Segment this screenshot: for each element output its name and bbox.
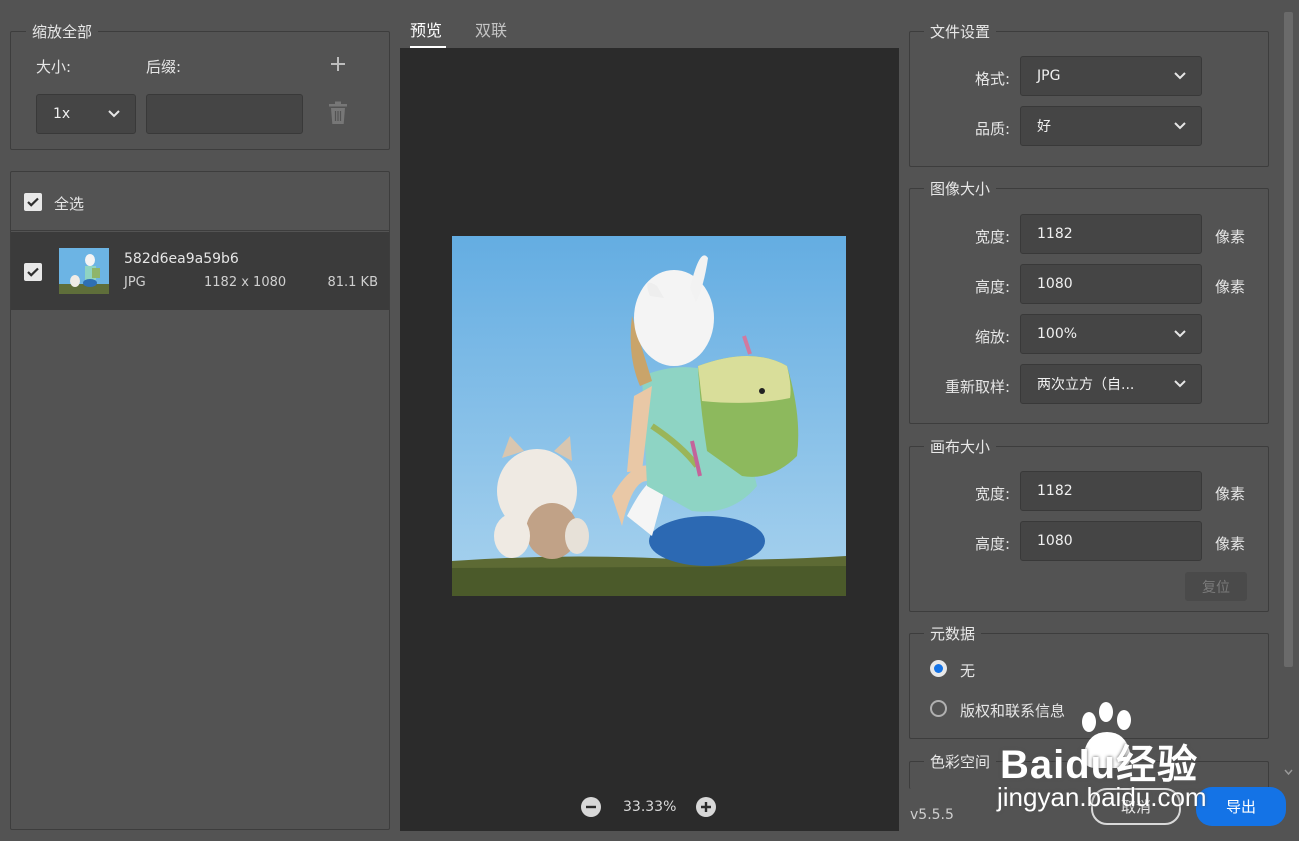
scroll-down-icon[interactable] — [1284, 768, 1293, 776]
image-height-unit: 像素 — [1215, 278, 1246, 296]
scrollbar-thumb[interactable] — [1284, 12, 1293, 667]
metadata-copyright-label: 版权和联系信息 — [960, 702, 1066, 720]
tab-2up[interactable]: 双联 — [475, 17, 507, 41]
file-list-item[interactable]: 582d6ea9a59b6 JPG 1182 x 1080 81.1 KB — [11, 232, 389, 310]
reset-button[interactable]: 复位 — [1185, 572, 1247, 601]
export-button[interactable]: 导出 — [1196, 787, 1286, 826]
resample-label: 重新取样: — [944, 378, 1010, 396]
image-height-label: 高度: — [974, 278, 1010, 296]
plus-icon — [331, 57, 345, 71]
resample-select-value: 两次立方（自... — [1037, 377, 1135, 393]
trash-icon — [329, 101, 347, 124]
suffix-input[interactable] — [146, 94, 303, 134]
quality-select[interactable]: 好 — [1020, 106, 1202, 146]
scrollbar-track[interactable] — [1281, 10, 1295, 780]
size-select[interactable]: 1x — [36, 94, 136, 134]
quality-select-value: 好 — [1037, 119, 1051, 135]
delete-scale-button[interactable] — [327, 101, 349, 125]
check-icon — [27, 197, 39, 207]
file-settings-panel — [909, 31, 1269, 167]
metadata-legend: 元数据 — [924, 625, 982, 643]
file-format: JPG — [124, 275, 146, 290]
metadata-copyright-radio[interactable] — [930, 700, 947, 717]
size-select-value: 1x — [53, 106, 71, 122]
scale-label: 缩放: — [974, 328, 1010, 346]
chevron-down-icon — [1174, 72, 1186, 80]
scale-select-value: 100% — [1037, 326, 1078, 342]
format-select[interactable]: JPG — [1020, 56, 1202, 96]
scale-all-legend: 缩放全部 — [26, 23, 99, 41]
image-width-unit: 像素 — [1215, 228, 1246, 246]
chevron-down-icon — [1174, 122, 1186, 130]
chevron-down-icon — [1174, 380, 1186, 388]
format-select-value: JPG — [1037, 68, 1061, 84]
quality-label: 品质: — [974, 120, 1010, 138]
metadata-none-radio[interactable] — [930, 660, 947, 677]
zoom-level: 33.33% — [623, 799, 677, 815]
check-icon — [27, 267, 39, 277]
scale-select[interactable]: 100% — [1020, 314, 1202, 354]
format-label: 格式: — [974, 70, 1010, 88]
version-label: v5.5.5 — [910, 807, 954, 823]
zoom-out-button[interactable] — [581, 797, 601, 817]
preview-area[interactable]: 33.33% — [400, 48, 899, 831]
separator — [11, 230, 389, 231]
image-height-input[interactable]: 1080 — [1020, 264, 1202, 304]
file-thumbnail — [59, 248, 109, 294]
color-space-legend: 色彩空间 — [924, 753, 997, 771]
canvas-size-legend: 画布大小 — [924, 438, 997, 456]
resample-select[interactable]: 两次立方（自... — [1020, 364, 1202, 404]
tab-preview[interactable]: 预览 — [410, 17, 446, 48]
select-all-label: 全选 — [54, 195, 85, 213]
canvas-width-label: 宽度: — [974, 485, 1010, 503]
plus-icon — [701, 802, 711, 812]
suffix-label: 后缀: — [146, 58, 182, 76]
image-width-label: 宽度: — [974, 228, 1010, 246]
minus-icon — [586, 805, 596, 809]
tab-preview-label: 预览 — [410, 21, 443, 40]
metadata-panel — [909, 633, 1269, 739]
file-name: 582d6ea9a59b6 — [124, 251, 239, 267]
canvas-height-label: 高度: — [974, 535, 1010, 553]
chevron-down-icon — [1174, 330, 1186, 338]
canvas-height-unit: 像素 — [1215, 535, 1246, 553]
canvas-height-input[interactable]: 1080 — [1020, 521, 1202, 561]
chevron-down-icon — [108, 110, 120, 118]
cancel-button[interactable]: 取消 — [1091, 788, 1181, 825]
add-scale-button[interactable] — [326, 52, 350, 76]
select-all-checkbox[interactable] — [24, 193, 42, 211]
file-settings-legend: 文件设置 — [924, 23, 997, 41]
file-dimensions: 1182 x 1080 — [204, 275, 287, 290]
file-item-checkbox[interactable] — [24, 263, 42, 281]
canvas-width-unit: 像素 — [1215, 485, 1246, 503]
preview-image — [452, 236, 846, 596]
metadata-none-label: 无 — [960, 662, 976, 680]
image-width-input[interactable]: 1182 — [1020, 214, 1202, 254]
image-size-legend: 图像大小 — [924, 180, 997, 198]
size-label: 大小: — [36, 58, 72, 76]
file-size: 81.1 KB — [327, 275, 378, 290]
canvas-width-input[interactable]: 1182 — [1020, 471, 1202, 511]
zoom-in-button[interactable] — [696, 797, 716, 817]
